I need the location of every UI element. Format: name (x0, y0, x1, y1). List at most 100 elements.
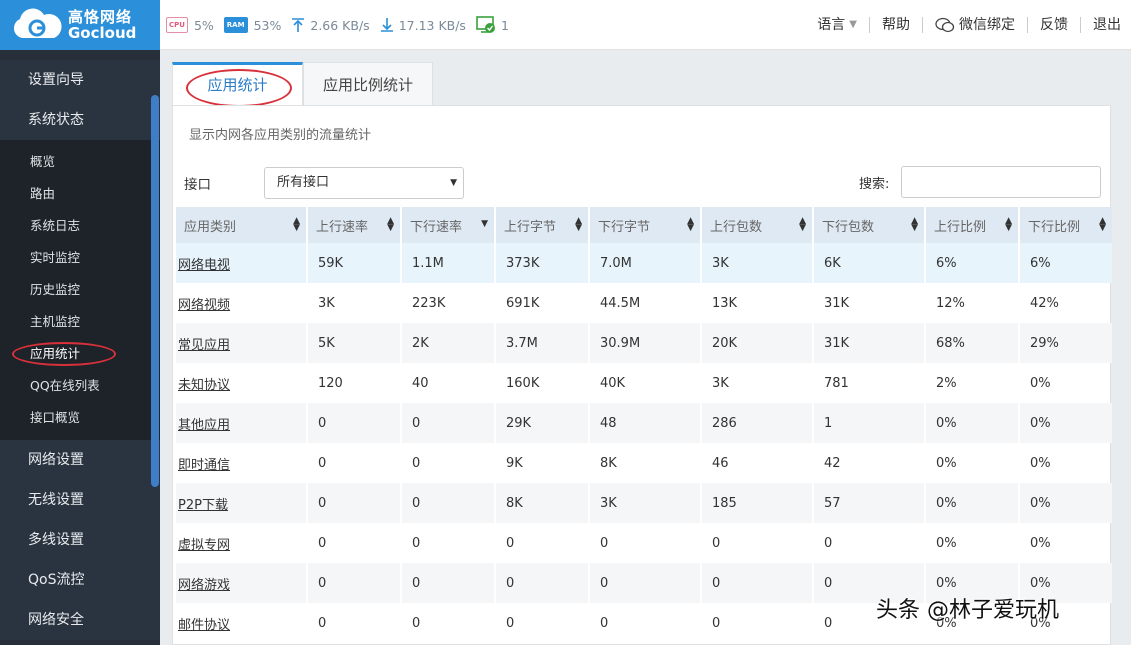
sidebar-submenu: 概览 路由 系统日志 实时监控 历史监控 主机监控 应用统计 QQ在线列表 接口… (0, 140, 160, 440)
table-cell: 185 (702, 483, 812, 523)
sidebar-item-wireless-settings[interactable]: 无线设置 (0, 480, 160, 520)
interface-select[interactable]: 所有接口 ▼ (264, 167, 464, 199)
app-category-cell[interactable]: 网络电视 (176, 243, 306, 283)
table-cell: 3K (712, 375, 729, 391)
sidebar-item-network-security[interactable]: 网络安全 (0, 600, 160, 640)
sidebar-scrollbar[interactable] (151, 95, 159, 487)
sidebar-item-routing[interactable]: 路由 (0, 178, 160, 210)
top-bar: 高恪网络 Gocloud CPU 5% RAM 53% 2.66 KB/s 17… (0, 0, 1131, 50)
table-cell: 3.7M (496, 323, 588, 363)
table-cell: 0 (308, 563, 400, 603)
app-category-link[interactable]: 其他应用 (178, 418, 230, 433)
table-cell: 3K (590, 483, 700, 523)
cpu-stat: CPU 5% (166, 17, 214, 33)
sort-icon: ▲ ▼ (293, 216, 300, 233)
table-cell: 0 (402, 563, 494, 603)
logout-link[interactable]: 退出 (1081, 17, 1131, 33)
table-cell: 9K (506, 455, 523, 471)
sidebar-item-system-log[interactable]: 系统日志 (0, 210, 160, 242)
app-category-link[interactable]: 未知协议 (178, 378, 230, 393)
search-input[interactable] (901, 166, 1101, 198)
table-cell: 2% (936, 375, 957, 391)
app-category-cell[interactable]: 邮件协议 (176, 603, 306, 643)
sidebar-item-realtime-monitor[interactable]: 实时监控 (0, 242, 160, 274)
wechat-bind-link[interactable]: 微信绑定 (923, 17, 1028, 33)
sidebar-item-app-stats[interactable]: 应用统计 (0, 338, 160, 370)
column-header-label: 下行字节 (598, 219, 651, 235)
column-header[interactable]: 下行字节 ▲ ▼ (590, 207, 700, 243)
app-category-link[interactable]: 网络游戏 (178, 578, 230, 593)
app-category-link[interactable]: 常见应用 (178, 338, 230, 353)
table-cell: 29K (496, 403, 588, 443)
upload-arrow-icon (292, 18, 305, 32)
table-cell: 160K (506, 375, 540, 391)
table-cell: 0% (1030, 455, 1051, 471)
sidebar-item-host-monitor[interactable]: 主机监控 (0, 306, 160, 338)
column-header[interactable]: 下行速率 ▼ (402, 207, 494, 243)
sidebar-item-qos[interactable]: QoS流控 (0, 560, 160, 600)
column-header[interactable]: 上行比例 ▲ ▼ (926, 207, 1018, 243)
table-cell: 12% (936, 295, 965, 311)
sidebar-item-history-monitor[interactable]: 历史监控 (0, 274, 160, 306)
table-row: 网络视频 3K 223K 691K 44.5M 13K 31K 12% 42% (176, 283, 1112, 323)
table-cell: 68% (926, 323, 1018, 363)
column-header-label: 上行比例 (934, 219, 987, 235)
table-cell: 373K (496, 243, 588, 283)
sidebar-item-qq-online[interactable]: QQ在线列表 (0, 370, 160, 402)
tab-app-stats[interactable]: 应用统计 (172, 62, 303, 107)
download-rate: 17.13 KB/s (398, 17, 466, 33)
online-devices-stat[interactable]: 1 (476, 16, 509, 34)
table-cell: 42% (1030, 295, 1059, 311)
main-panel: 应用统计 应用比例统计 显示内网各应用类别的流量统计 接口 所有接口 ▼ 搜索:… (172, 62, 1112, 645)
table-cell: 0 (318, 535, 327, 551)
app-category-cell[interactable]: 网络视频 (176, 283, 306, 323)
column-header[interactable]: 上行速率 ▲ ▼ (308, 207, 400, 243)
table-cell: 40 (412, 375, 429, 391)
app-category-cell[interactable]: 常见应用 (176, 323, 306, 363)
brand-logo[interactable]: 高恪网络 Gocloud (0, 0, 160, 50)
feedback-link[interactable]: 反馈 (1028, 17, 1081, 33)
table-cell: 223K (412, 295, 446, 311)
app-category-cell[interactable]: 其他应用 (176, 403, 306, 443)
table-cell: 0 (308, 483, 400, 523)
sort-icon: ▲ ▼ (575, 216, 582, 233)
app-category-link[interactable]: 虚拟专网 (178, 538, 230, 553)
column-header[interactable]: 应用类别 ▲ ▼ (176, 207, 306, 243)
app-category-cell[interactable]: 即时通信 (176, 443, 306, 483)
table-cell: 0% (1020, 483, 1112, 523)
help-link[interactable]: 帮助 (870, 17, 923, 33)
table-cell: 20K (702, 323, 812, 363)
column-header-label: 上行包数 (710, 219, 763, 235)
column-header[interactable]: 下行包数 ▲ ▼ (814, 207, 924, 243)
sidebar-item-setup-wizard[interactable]: 设置向导 (0, 60, 160, 100)
app-category-cell[interactable]: 未知协议 (176, 363, 306, 403)
column-header-label: 应用类别 (184, 219, 237, 235)
table-cell: 3K (702, 243, 812, 283)
app-category-cell[interactable]: P2P下载 (176, 483, 306, 523)
sidebar-item-network-settings[interactable]: 网络设置 (0, 440, 160, 480)
table-cell: 0% (1020, 403, 1112, 443)
sidebar-item-system-status[interactable]: 系统状态 (0, 100, 160, 140)
column-header[interactable]: 上行包数 ▲ ▼ (702, 207, 812, 243)
app-category-cell[interactable]: 网络游戏 (176, 563, 306, 603)
app-category-link[interactable]: 网络电视 (178, 258, 230, 273)
page-description: 显示内网各应用类别的流量统计 (189, 128, 372, 143)
language-menu[interactable]: 语言 ▼ (805, 17, 870, 33)
wechat-bind-label: 微信绑定 (959, 17, 1015, 33)
app-category-link[interactable]: P2P下载 (178, 498, 228, 513)
table-cell: 0 (318, 615, 327, 631)
sidebar-item-overview[interactable]: 概览 (0, 146, 160, 178)
app-category-link[interactable]: 即时通信 (178, 458, 230, 473)
app-category-cell[interactable]: 虚拟专网 (176, 523, 306, 563)
sidebar-item-interface-overview[interactable]: 接口概览 (0, 402, 160, 434)
table-cell: 6K (814, 243, 924, 283)
table-cell: 0 (412, 535, 421, 551)
app-category-link[interactable]: 网络视频 (178, 298, 230, 313)
column-header[interactable]: 上行字节 ▲ ▼ (496, 207, 588, 243)
column-header-label: 下行比例 (1028, 219, 1081, 235)
cpu-usage: 5% (193, 17, 214, 33)
app-category-link[interactable]: 邮件协议 (178, 618, 230, 633)
sidebar-item-multiline-settings[interactable]: 多线设置 (0, 520, 160, 560)
tab-app-ratio-stats[interactable]: 应用比例统计 (303, 62, 433, 106)
column-header[interactable]: 下行比例 ▲ ▼ (1020, 207, 1112, 243)
